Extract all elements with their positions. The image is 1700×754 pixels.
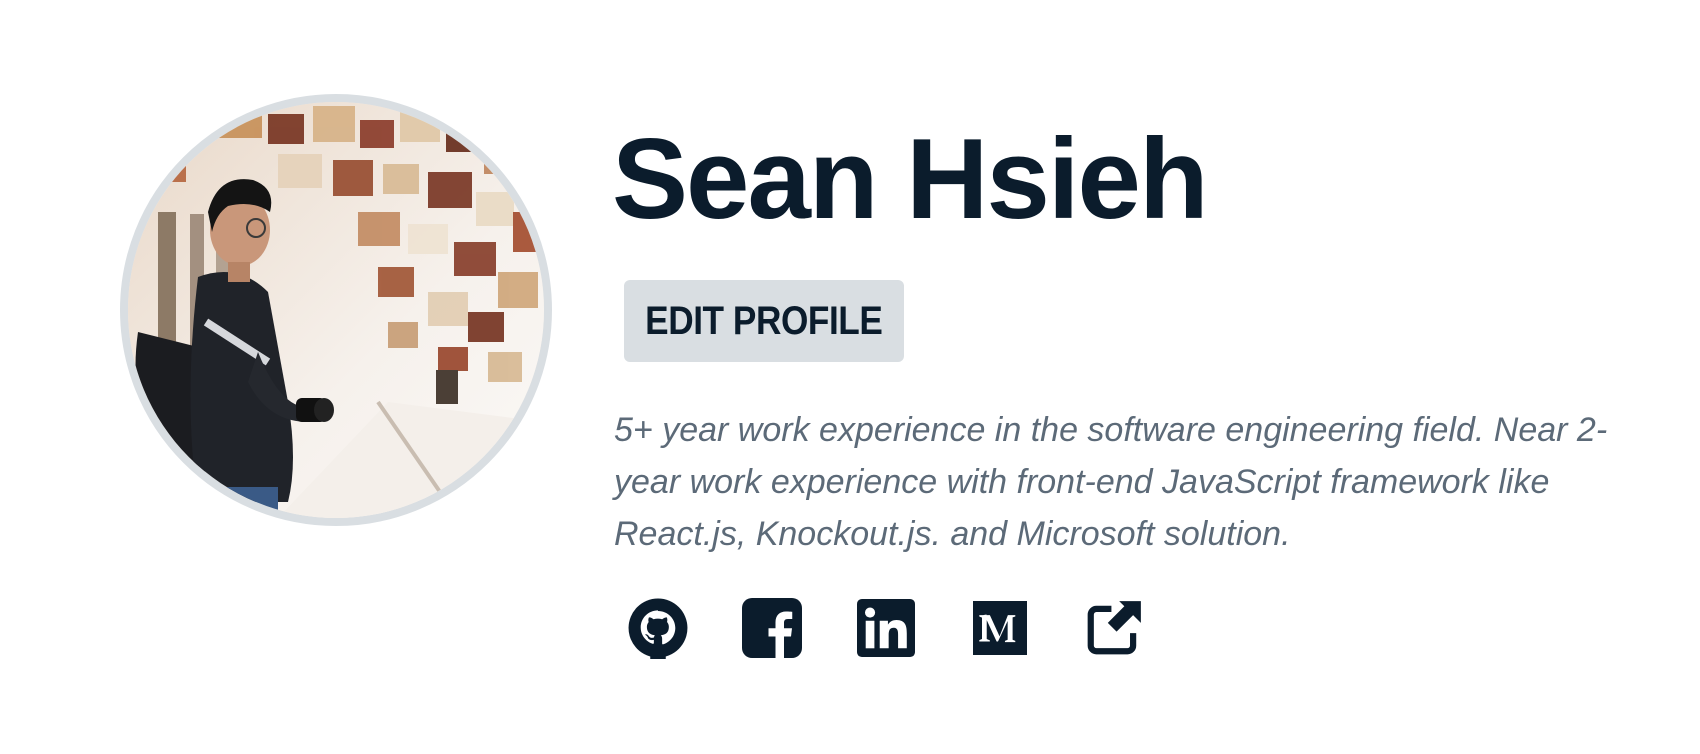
social-links [626, 596, 1146, 660]
external-link[interactable] [1082, 596, 1146, 660]
linkedin-link[interactable] [854, 596, 918, 660]
facebook-link[interactable] [740, 596, 804, 660]
medium-link[interactable] [968, 596, 1032, 660]
avatar [120, 94, 552, 526]
edit-profile-label: EDIT PROFILE [645, 298, 883, 343]
medium-icon [973, 601, 1027, 655]
github-link[interactable] [626, 596, 690, 660]
github-icon [628, 598, 688, 659]
profile-photo [128, 102, 544, 518]
external-link-icon [1087, 601, 1141, 655]
linkedin-icon [857, 599, 915, 657]
profile-name: Sean Hsieh [612, 116, 1209, 243]
facebook-icon [742, 598, 802, 658]
profile-bio: 5+ year work experience in the software … [614, 411, 1608, 553]
edit-profile-button[interactable]: EDIT PROFILE [624, 280, 904, 362]
